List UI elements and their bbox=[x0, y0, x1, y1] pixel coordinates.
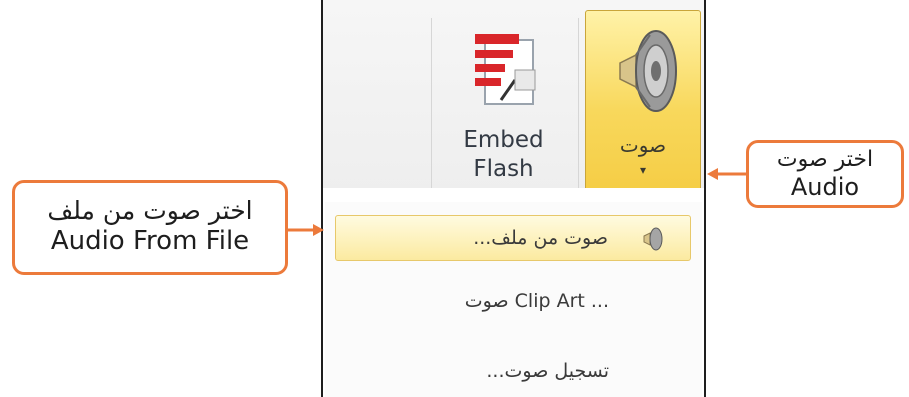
flash-document-icon bbox=[475, 34, 536, 105]
callout-arrow-icon bbox=[286, 224, 324, 236]
audio-button[interactable]: صوت ▾ bbox=[585, 10, 701, 192]
office-ribbon: Embed Flash صوت ▾ صوت من ملف... صوت Clip… bbox=[321, 0, 706, 397]
callout-arrow-icon bbox=[707, 168, 748, 180]
menu-item-label: صوت من ملف... bbox=[473, 227, 608, 249]
menu-item-label: تسجيل صوت... bbox=[486, 360, 609, 382]
menu-item-audio-from-file[interactable]: صوت من ملف... bbox=[335, 215, 691, 261]
callout-audio: اختر صوت Audio bbox=[746, 140, 904, 208]
audio-button-label: صوت bbox=[619, 133, 667, 157]
speaker-icon bbox=[643, 227, 663, 251]
callout-right-english: Audio bbox=[790, 173, 860, 201]
menu-item-record-audio[interactable]: تسجيل صوت... bbox=[335, 348, 691, 394]
menu-item-label: صوت Clip Art ... bbox=[464, 290, 609, 312]
embed-flash-label: Embed Flash bbox=[426, 126, 581, 184]
callout-left-arabic: اختر صوت من ملف bbox=[47, 196, 253, 225]
callout-audio-from-file: اختر صوت من ملف Audio From File bbox=[12, 180, 288, 275]
callout-right-arabic: اختر صوت bbox=[776, 147, 874, 172]
embed-flash-label-line1: Embed bbox=[463, 127, 544, 153]
callout-left-english: Audio From File bbox=[50, 226, 250, 256]
ribbon-divider bbox=[323, 188, 704, 202]
menu-item-clip-art-audio[interactable]: صوت Clip Art ... bbox=[335, 278, 691, 324]
chevron-down-icon: ▾ bbox=[639, 163, 647, 177]
speaker-icon bbox=[619, 30, 677, 112]
embed-flash-button[interactable]: Embed Flash bbox=[426, 8, 581, 190]
audio-dropdown-menu: صوت من ملف... صوت Clip Art ... تسجيل صوت… bbox=[325, 202, 702, 397]
embed-flash-label-line2: Flash bbox=[473, 156, 534, 182]
